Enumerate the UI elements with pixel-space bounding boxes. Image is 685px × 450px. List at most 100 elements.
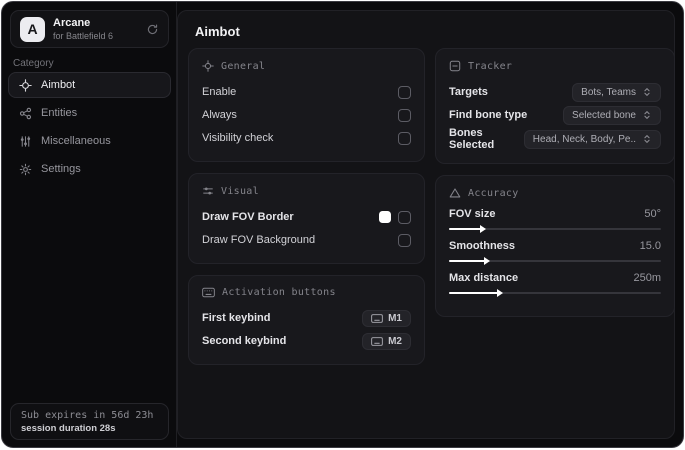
sidebar-item-label: Aimbot (41, 79, 76, 91)
panel-tracker-header: Tracker (449, 60, 661, 72)
fov-border-color-swatch[interactable] (379, 211, 391, 223)
sidebar-nav: Aimbot Entities Miscellaneous Settings (8, 72, 171, 182)
setting-label: Draw FOV Border (202, 211, 294, 223)
slider-fill (449, 257, 491, 265)
slider-value: 15.0 (639, 240, 661, 252)
entities-icon (19, 107, 32, 120)
first-keybind-button[interactable]: M1 (362, 309, 411, 327)
brand-card: A Arcane for Battlefield 6 (10, 10, 169, 48)
sidebar-item-miscellaneous[interactable]: Miscellaneous (8, 128, 171, 154)
brand-subtitle: for Battlefield 6 (53, 30, 114, 41)
draw-fov-background-checkbox[interactable] (398, 233, 411, 247)
keyboard-icon (371, 313, 384, 323)
panel-visual-header: Visual (202, 185, 411, 197)
setting-row-targets: Targets Bots, Teams (449, 81, 661, 103)
enable-checkbox[interactable] (398, 85, 411, 99)
left-column: General Enable Always Visibility check V… (188, 48, 425, 365)
setting-label: Second keybind (202, 335, 287, 347)
slider-thumb[interactable] (484, 257, 491, 265)
panel-tracker: Tracker Targets Bots, Teams Find bone ty… (435, 48, 675, 164)
setting-row-find-bone-type: Find bone type Selected bone (449, 104, 661, 126)
subscription-card: Sub expires in 56d 23h session duration … (10, 403, 169, 440)
right-column: Tracker Targets Bots, Teams Find bone ty… (435, 48, 675, 317)
keybind-value: M2 (388, 335, 402, 347)
setting-label: Targets (449, 86, 488, 98)
slider-row-fov-size: FOV size 50° (449, 208, 661, 233)
slider-thumb[interactable] (496, 289, 503, 297)
fov-size-slider[interactable] (449, 225, 661, 233)
sidebar-item-entities[interactable]: Entities (8, 100, 171, 126)
panel-accuracy-header: Accuracy (449, 187, 661, 199)
chevrons-up-down-icon (642, 87, 652, 97)
sidebar-item-aimbot[interactable]: Aimbot (8, 72, 171, 98)
slider-value: 250m (633, 272, 661, 284)
setting-label: Always (202, 109, 237, 121)
keyboard-icon (371, 336, 384, 346)
panel-activation-header: Activation buttons (202, 287, 411, 298)
panel-title: Visual (221, 185, 259, 197)
slider-fill (449, 225, 486, 233)
setting-row-always: Always (202, 104, 411, 126)
setting-row-bones-selected: Bones Selected Head, Neck, Body, Pe.. (449, 127, 661, 151)
panel-activation-buttons: Activation buttons First keybind M1 Seco… (188, 275, 425, 365)
scan-box-icon (449, 60, 461, 72)
panel-title: Activation buttons (222, 287, 336, 298)
app-window: A Arcane for Battlefield 6 Category Aimb… (1, 1, 684, 448)
setting-row-draw-fov-background: Draw FOV Background (202, 229, 411, 251)
sidebar: A Arcane for Battlefield 6 Category Aimb… (2, 2, 177, 447)
targets-dropdown[interactable]: Bots, Teams (572, 82, 661, 102)
find-bone-type-dropdown[interactable]: Selected bone (563, 105, 661, 125)
slider-thumb[interactable] (479, 225, 486, 233)
target-icon (202, 60, 214, 72)
visibility-check-checkbox[interactable] (398, 131, 411, 145)
bones-selected-dropdown[interactable]: Head, Neck, Body, Pe.. (523, 129, 661, 149)
setting-label: First keybind (202, 312, 271, 324)
refresh-icon[interactable] (146, 23, 159, 36)
setting-row-enable: Enable (202, 81, 411, 103)
panel-title: Tracker (468, 60, 513, 72)
panel-title: Accuracy (468, 187, 519, 199)
setting-row-first-keybind: First keybind M1 (202, 307, 411, 329)
triangle-icon (449, 187, 461, 199)
setting-row-draw-fov-border: Draw FOV Border (202, 206, 411, 228)
keybind-value: M1 (388, 312, 402, 324)
slider-label: Max distance (449, 272, 519, 284)
panel-title: General (221, 60, 266, 72)
second-keybind-button[interactable]: M2 (362, 332, 411, 350)
slider-value: 50° (644, 208, 661, 220)
smoothness-slider[interactable] (449, 257, 661, 265)
setting-label: Enable (202, 86, 237, 98)
brand-text: Arcane for Battlefield 6 (53, 17, 113, 41)
brand-title: Arcane (53, 17, 91, 29)
chevrons-up-down-icon (642, 134, 652, 144)
slider-row-smoothness: Smoothness 15.0 (449, 240, 661, 265)
setting-label: Bones Selected (449, 127, 495, 151)
setting-label: Visibility check (202, 132, 274, 144)
dropdown-value: Selected bone (572, 109, 636, 121)
panel-visual: Visual Draw FOV Border Draw FOV Backgrou… (188, 173, 425, 264)
always-checkbox[interactable] (398, 108, 411, 122)
slider-label: Smoothness (449, 240, 516, 252)
setting-row-visibility-check: Visibility check (202, 127, 411, 149)
sidebar-item-settings[interactable]: Settings (8, 156, 171, 182)
keyboard-icon (202, 287, 215, 298)
adjust-icon (202, 185, 214, 197)
dropdown-value: Bots, Teams (581, 86, 636, 98)
panel-accuracy: Accuracy FOV size 50° Smoothness 15.0 Ma… (435, 175, 675, 317)
max-distance-slider[interactable] (449, 289, 661, 297)
slider-fill (449, 289, 503, 297)
slider-label: FOV size (449, 208, 496, 220)
sidebar-item-label: Settings (41, 163, 81, 175)
page-title: Aimbot (195, 24, 240, 39)
app-logo: A (20, 16, 45, 42)
gear-icon (19, 163, 32, 176)
panel-general-header: General (202, 60, 411, 72)
sidebar-item-label: Miscellaneous (41, 135, 111, 147)
main-content: Aimbot General Enable Always Visibility … (177, 10, 675, 439)
chevrons-up-down-icon (642, 110, 652, 120)
setting-label: Find bone type (449, 109, 528, 121)
crosshair-icon (19, 78, 32, 92)
draw-fov-border-checkbox[interactable] (398, 210, 411, 224)
session-duration-text: session duration 28s (21, 422, 116, 434)
setting-label: Draw FOV Background (202, 234, 316, 246)
